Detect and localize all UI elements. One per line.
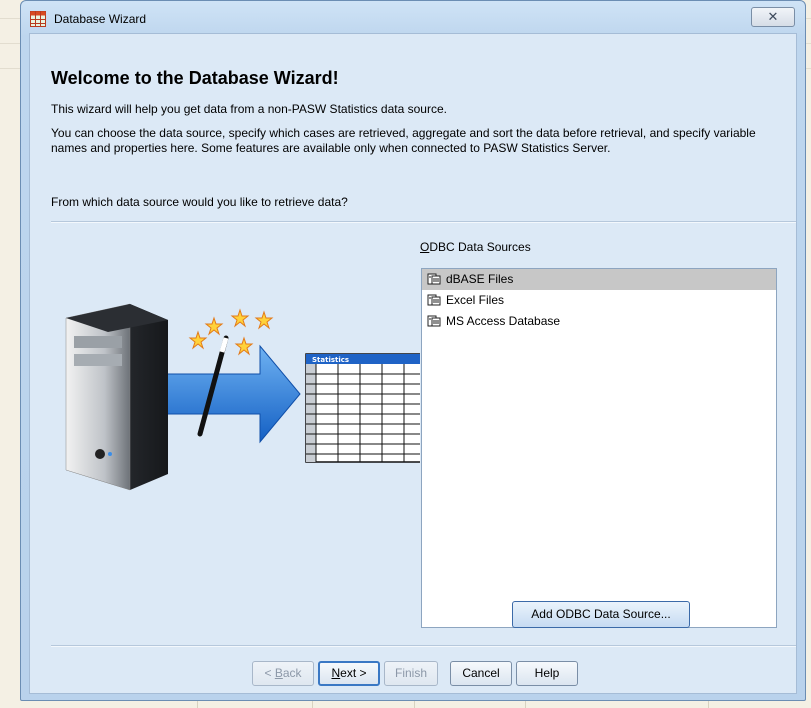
arrow-graphic [149,344,301,444]
wizard-panel: Welcome to the Database Wizard! This wiz… [29,33,797,694]
wizard-heading: Welcome to the Database Wizard! [51,68,339,88]
next-button[interactable]: Next > [318,661,380,686]
description-text: You can choose the data source, specify … [51,126,756,155]
list-item-dbase-files[interactable]: dBASE Files [422,269,776,290]
list-item-ms-access-database[interactable]: MS Access Database [422,311,776,332]
bottom-separator [51,645,796,647]
add-odbc-data-source-button[interactable]: Add ODBC Data Source... [512,601,690,628]
help-button[interactable]: Help [516,661,578,686]
computer-tower-icon [65,303,168,491]
finish-button[interactable]: Finish [384,661,438,686]
close-icon: ✕ [767,9,779,24]
odbc-data-sources-label: ODBC Data Sources [420,240,531,254]
close-button[interactable]: ✕ [751,7,795,27]
intro-text: This wizard will help you get data from … [51,102,447,116]
database-wizard-window: Database Wizard ✕ Welcome to the Databas… [20,0,806,701]
spreadsheet-app-icon [30,11,46,27]
database-icon [427,273,441,285]
title-bar[interactable]: Database Wizard ✕ [21,1,805,31]
back-button[interactable]: < Back [252,661,314,686]
question-text: From which data source would you like to… [51,195,348,209]
window-title: Database Wizard [54,12,147,26]
list-item-excel-files[interactable]: Excel Files [422,290,776,311]
database-icon [427,315,441,327]
wizard-illustration: Statistics [65,303,420,491]
odbc-data-sources-list[interactable]: dBASE Files Excel Files MS Access Databa… [421,268,777,628]
spreadsheet-header-label: Statistics [312,356,349,364]
top-separator [51,221,796,223]
database-icon [427,294,441,306]
cancel-button[interactable]: Cancel [450,661,512,686]
spreadsheet-graphic: Statistics [305,353,420,463]
